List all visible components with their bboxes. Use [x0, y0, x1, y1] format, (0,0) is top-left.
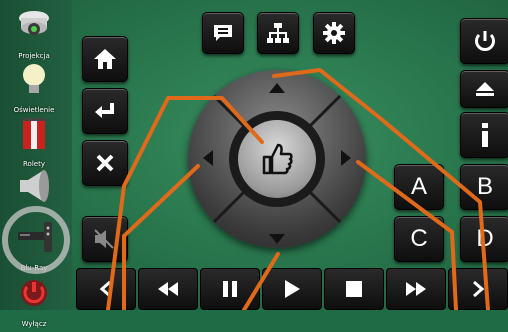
network-icon	[267, 23, 289, 43]
home-icon	[94, 49, 116, 69]
transport-bar	[76, 268, 508, 310]
source-projekcja[interactable]: Projekcja	[4, 4, 64, 64]
close-icon	[96, 154, 114, 172]
home-button[interactable]	[82, 36, 128, 82]
power-icon	[475, 31, 495, 51]
enter-icon	[95, 103, 114, 118]
network-button[interactable]	[257, 12, 299, 54]
speaker-icon	[20, 170, 49, 202]
thumbs-up-icon	[262, 143, 293, 175]
projector-icon	[19, 11, 49, 35]
play-icon	[285, 280, 300, 298]
message-icon	[214, 25, 232, 41]
gear-icon	[323, 22, 345, 44]
info-icon	[482, 123, 488, 147]
fast-forward-icon	[406, 282, 426, 296]
fast-forward-button[interactable]	[386, 268, 446, 310]
dpad-ok-button[interactable]	[238, 120, 316, 198]
bulb-icon	[23, 64, 45, 93]
rewind-button[interactable]	[138, 268, 198, 310]
source-wylacz[interactable]: Wyłącz	[4, 272, 64, 332]
rewind-icon	[158, 282, 178, 296]
selected-source-highlight	[2, 206, 70, 274]
prev-button[interactable]	[76, 268, 136, 310]
message-button[interactable]	[202, 12, 244, 54]
mute-button[interactable]	[82, 216, 128, 262]
button-a[interactable]: A	[394, 164, 444, 210]
button-c[interactable]: C	[394, 216, 444, 262]
pause-button[interactable]	[200, 268, 260, 310]
chevron-left-icon	[99, 280, 111, 298]
source-oswietlenie[interactable]: Oświetlenie	[4, 58, 64, 118]
mute-icon	[94, 229, 114, 249]
eject-icon	[476, 82, 494, 96]
power-off-icon	[21, 280, 47, 306]
info-button[interactable]	[460, 112, 508, 158]
blinds-icon	[22, 118, 46, 149]
pause-icon	[223, 281, 237, 297]
play-button[interactable]	[262, 268, 322, 310]
settings-button[interactable]	[313, 12, 355, 54]
eject-button[interactable]	[460, 70, 508, 108]
stop-button[interactable]	[324, 268, 384, 310]
source-rolety[interactable]: Rolety	[4, 112, 64, 172]
button-b[interactable]: B	[460, 164, 508, 210]
next-button[interactable]	[448, 268, 508, 310]
close-button[interactable]	[82, 140, 128, 186]
button-d[interactable]: D	[460, 216, 508, 262]
stop-icon	[346, 281, 362, 297]
power-button[interactable]	[460, 18, 508, 64]
chevron-right-icon	[473, 280, 485, 298]
enter-button[interactable]	[82, 88, 128, 134]
